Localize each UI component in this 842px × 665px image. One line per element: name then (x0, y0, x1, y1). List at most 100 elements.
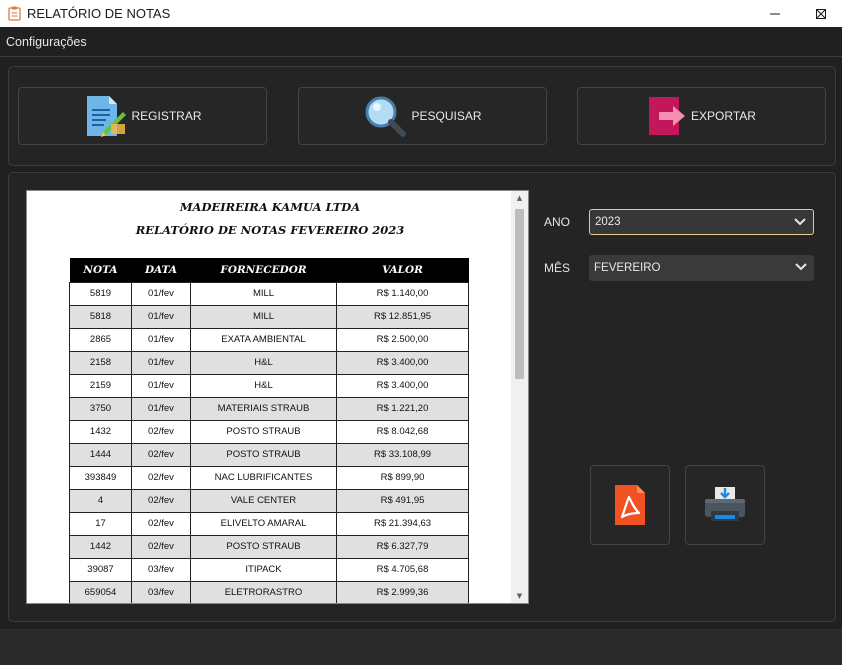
cell-fornecedor: MILL (190, 281, 337, 306)
cell-nota: 5819 (69, 281, 132, 306)
exportar-button[interactable]: EXPORTAR (577, 87, 826, 145)
menu-bar: Configurações (0, 27, 842, 57)
print-button[interactable] (685, 465, 765, 545)
cell-fornecedor: VALE CENTER (190, 488, 337, 513)
cell-data: 02/fev (131, 465, 191, 490)
cell-data: 03/fev (131, 580, 191, 603)
table-row: 393849 02/fev NAC LUBRIFICANTES R$ 899,90 (69, 465, 469, 490)
cell-data: 02/fev (131, 488, 191, 513)
cell-data: 01/fev (131, 350, 191, 375)
cell-nota: 1444 (69, 442, 132, 467)
export-arrow-icon (649, 97, 686, 135)
report-scrollbar[interactable]: ▲ ▼ (511, 191, 528, 603)
chevron-down-icon (794, 218, 806, 226)
cell-valor: R$ 6.327,79 (336, 534, 469, 559)
cell-nota: 2159 (69, 373, 132, 398)
cell-fornecedor: NAC LUBRIFICANTES (190, 465, 337, 490)
table-row: 3750 01/fev MATERIAIS STRAUB R$ 1.221,20 (69, 396, 469, 421)
cell-nota: 17 (69, 511, 132, 536)
clipboard-icon (8, 6, 21, 21)
cell-fornecedor: EXATA AMBIENTAL (190, 327, 337, 352)
cell-nota: 1432 (69, 419, 132, 444)
table-row: 17 02/fev ELIVELTO AMARAL R$ 21.394,63 (69, 511, 469, 536)
cell-valor: R$ 4.705,68 (336, 557, 469, 582)
cell-fornecedor: POSTO STRAUB (190, 442, 337, 467)
cell-fornecedor: ELIVELTO AMARAL (190, 511, 337, 536)
cell-fornecedor: MILL (190, 304, 337, 329)
cell-nota: 659054 (69, 580, 132, 603)
registrar-button[interactable]: REGISTRAR (18, 87, 267, 145)
cell-valor: R$ 8.042,68 (336, 419, 469, 444)
cell-fornecedor: MATERIAIS STRAUB (190, 396, 337, 421)
status-bar (0, 629, 842, 665)
cell-fornecedor: POSTO STRAUB (190, 534, 337, 559)
table-row: 5818 01/fev MILL R$ 12.851,95 (69, 304, 469, 329)
close-button[interactable] (799, 0, 842, 27)
cell-valor: R$ 21.394,63 (336, 511, 469, 536)
ano-label: ANO (544, 215, 571, 229)
cell-valor: R$ 1.140,00 (336, 281, 469, 306)
table-row: 39087 03/fev ITIPACK R$ 4.705,68 (69, 557, 469, 582)
chevron-down-icon (795, 263, 807, 271)
mes-label: MÊS (544, 261, 571, 275)
cell-nota: 3750 (69, 396, 132, 421)
table-header-row: NOTA DATA FORNECEDOR VALOR (69, 258, 469, 282)
scroll-down-icon[interactable]: ▼ (511, 589, 528, 603)
table-row: 1444 02/fev POSTO STRAUB R$ 33.108,99 (69, 442, 469, 467)
ano-select[interactable]: 2023 (589, 209, 814, 235)
cell-data: 01/fev (131, 396, 191, 421)
cell-valor: R$ 2.500,00 (336, 327, 469, 352)
report-table: NOTA DATA FORNECEDOR VALOR 5819 01/fev MIL… (69, 258, 469, 603)
table-row: 2159 01/fev H&L R$ 3.400,00 (69, 373, 469, 398)
column-header-data: DATA (131, 258, 191, 282)
registrar-label: REGISTRAR (131, 109, 202, 123)
cell-fornecedor: H&L (190, 350, 337, 375)
cell-valor: R$ 33.108,99 (336, 442, 469, 467)
cell-valor: R$ 2.999,36 (336, 580, 469, 603)
cell-nota: 2158 (69, 350, 132, 375)
window-title: RELATÓRIO DE NOTAS (27, 6, 171, 21)
cell-nota: 393849 (69, 465, 132, 490)
table-row: 5819 01/fev MILL R$ 1.140,00 (69, 281, 469, 306)
report-company: MADEIREIRA KAMUA LTDA (179, 200, 361, 214)
cell-data: 03/fev (131, 557, 191, 582)
cell-data: 02/fev (131, 511, 191, 536)
cell-nota: 2865 (69, 327, 132, 352)
pesquisar-label: PESQUISAR (411, 109, 482, 123)
pesquisar-button[interactable]: PESQUISAR (298, 87, 547, 145)
report-table-body: 5819 01/fev MILL R$ 1.140,00 5818 01/fev MILL R… (69, 281, 469, 603)
menu-configuracoes[interactable]: Configurações (6, 35, 87, 49)
scroll-thumb[interactable] (515, 209, 524, 379)
column-header-fornecedor: FORNECEDOR (190, 258, 337, 282)
cell-data: 01/fev (131, 304, 191, 329)
pdf-button[interactable] (590, 465, 670, 545)
cell-nota: 39087 (69, 557, 132, 582)
magnifier-icon (365, 96, 407, 137)
cell-data: 01/fev (131, 373, 191, 398)
cell-valor: R$ 3.400,00 (336, 350, 469, 375)
column-header-valor: VALOR (336, 258, 469, 282)
ano-value: 2023 (595, 216, 621, 228)
cell-data: 02/fev (131, 442, 191, 467)
column-header-nota: NOTA (69, 258, 132, 282)
cell-nota: 5818 (69, 304, 132, 329)
printer-icon (705, 487, 745, 521)
mes-select[interactable]: FEVEREIRO (589, 255, 814, 281)
table-row: 2865 01/fev EXATA AMBIENTAL R$ 2.500,00 (69, 327, 469, 352)
scroll-up-icon[interactable]: ▲ (511, 191, 528, 205)
exportar-label: EXPORTAR (691, 109, 756, 123)
cell-valor: R$ 12.851,95 (336, 304, 469, 329)
cell-data: 01/fev (131, 281, 191, 306)
report-title: RELATÓRIO DE NOTAS FEVEREIRO 2023 (135, 223, 405, 237)
cell-nota: 1442 (69, 534, 132, 559)
cell-fornecedor: ITIPACK (190, 557, 337, 582)
mes-value: FEVEREIRO (594, 262, 661, 274)
table-row: 1442 02/fev POSTO STRAUB R$ 6.327,79 (69, 534, 469, 559)
close-icon (815, 8, 826, 19)
table-row: 2158 01/fev H&L R$ 3.400,00 (69, 350, 469, 375)
document-edit-icon (87, 96, 127, 137)
report-preview[interactable]: MADEIREIRA KAMUA LTDA RELATÓRIO DE NOTAS… (26, 190, 529, 604)
table-row: 1432 02/fev POSTO STRAUB R$ 8.042,68 (69, 419, 469, 444)
cell-fornecedor: POSTO STRAUB (190, 419, 337, 444)
pdf-icon (615, 485, 645, 525)
